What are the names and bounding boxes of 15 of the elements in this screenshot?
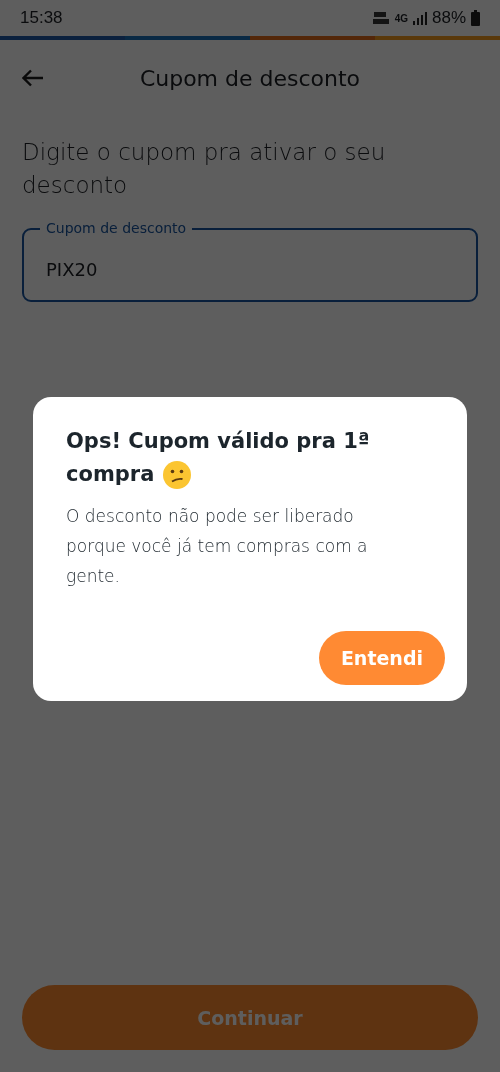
- network-type: 4G: [394, 12, 408, 24]
- battery-level: 88%: [431, 8, 466, 28]
- status-time: 15:38: [20, 8, 63, 28]
- confused-face-icon: [162, 459, 193, 490]
- back-button[interactable]: [20, 67, 46, 89]
- screen-title: Cupom de desconto: [139, 65, 361, 91]
- dialog-title: Ops! Cupom válido pra 1ª: [66, 428, 370, 455]
- instruction-text: Digite o cupom pra ativar o seu desconto: [22, 138, 387, 200]
- dialog-title: compra: [66, 461, 155, 488]
- continue-button[interactable]: Continuar: [22, 985, 478, 1050]
- dialog-message: O desconto não pode ser liberado porque você já tem compras com a gente.: [66, 505, 369, 588]
- understood-button[interactable]: Entendi: [318, 631, 445, 685]
- field-label: Cupom de desconto: [40, 219, 193, 237]
- battery-icon: [471, 10, 480, 26]
- signal-icon: [412, 11, 427, 25]
